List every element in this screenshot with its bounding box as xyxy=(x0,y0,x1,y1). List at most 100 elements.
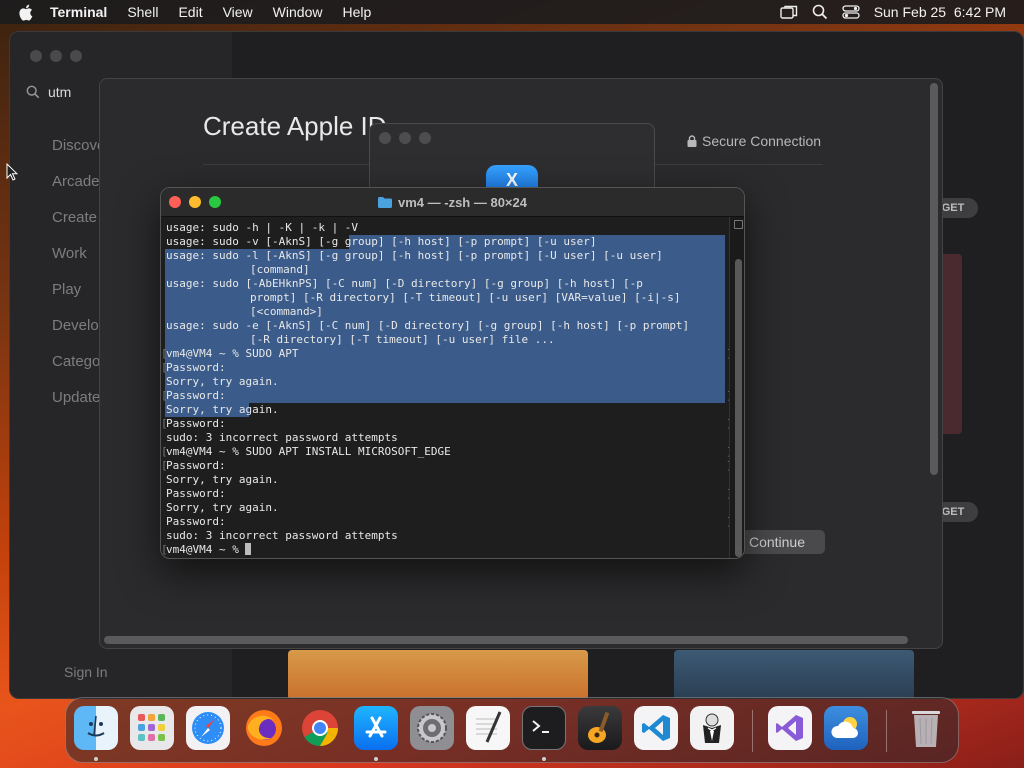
terminal-line: Password: xyxy=(166,417,226,430)
text-cursor xyxy=(245,543,252,555)
terminal-line: usage: sudo -h | -K | -k | -V xyxy=(166,221,359,234)
continue-button[interactable]: Continue xyxy=(736,530,825,554)
prompt-mark: [ xyxy=(161,361,168,374)
terminal-line: vm4@VM4 ~ % SUDO APT INSTALL MICROSOFT_E… xyxy=(166,445,451,458)
terminal-line: vm4@VM4 ~ % SUDO APT xyxy=(166,347,299,360)
prompt-mark: [ xyxy=(161,389,168,402)
terminal-line: sudo: 3 incorrect password attempts xyxy=(166,529,398,542)
bartender-icon[interactable] xyxy=(690,706,734,750)
terminal-line: [-R directory] [-T timeout] [-u user] fi… xyxy=(250,333,555,346)
dock xyxy=(65,697,959,763)
running-indicator xyxy=(374,757,378,761)
app-store-icon[interactable] xyxy=(354,706,398,750)
terminal-prompt: vm4@VM4 ~ % xyxy=(166,543,246,556)
scrollbar-button[interactable] xyxy=(734,220,743,229)
vscode-icon[interactable] xyxy=(634,706,678,750)
lock-icon xyxy=(687,135,697,147)
control-center-icon[interactable] xyxy=(842,5,860,19)
search-input[interactable]: utm xyxy=(48,84,71,100)
scrollbar-thumb[interactable] xyxy=(735,259,742,557)
app-thumbnail[interactable] xyxy=(288,650,588,698)
terminal-line: Password: xyxy=(166,459,226,472)
chrome-icon[interactable] xyxy=(298,706,342,750)
trash-icon[interactable] xyxy=(904,706,948,750)
horizontal-scrollbar[interactable] xyxy=(104,636,908,644)
terminal-line: Sorry, try again. xyxy=(166,501,279,514)
secure-connection-text: Secure Connection xyxy=(702,133,822,149)
sign-in-link[interactable]: Sign In xyxy=(64,664,108,680)
menu-help[interactable]: Help xyxy=(342,0,371,24)
running-indicator xyxy=(94,757,98,761)
terminal-line: prompt] [-R directory] [-T timeout] [-u … xyxy=(250,291,681,304)
garageband-icon[interactable] xyxy=(578,706,622,750)
visual-studio-icon[interactable] xyxy=(768,706,812,750)
terminal-icon[interactable] xyxy=(522,706,566,750)
terminal-line: Password: xyxy=(166,487,226,500)
terminal-titlebar[interactable]: vm4 — -zsh — 80×24 xyxy=(161,188,744,217)
menu-app-name[interactable]: Terminal xyxy=(50,0,107,24)
terminal-line: Password: xyxy=(166,361,226,374)
terminal-line: Sorry, try again. xyxy=(166,375,279,388)
vertical-scrollbar[interactable] xyxy=(930,83,938,475)
installer-window: X xyxy=(369,123,655,199)
app-store-search[interactable]: utm xyxy=(26,84,71,100)
terminal-output[interactable]: [ [ [ [ [ [ [ ] ] ] ] ] ] ] usage: sudo … xyxy=(161,217,733,558)
menubar-datetime[interactable]: Sun Feb 25 6:42 PM xyxy=(874,4,1006,20)
folder-icon xyxy=(378,197,392,208)
sidebar-item-create[interactable]: Create xyxy=(52,209,97,226)
terminal-line: usage: sudo -l [-AknS] [-g group] [-h ho… xyxy=(166,249,663,262)
minimize-button[interactable] xyxy=(399,132,411,144)
menu-shell[interactable]: Shell xyxy=(127,0,158,24)
terminal-scrollbar[interactable] xyxy=(729,217,744,558)
terminal-line: usage: sudo -e [-AknS] [-C num] [-D dire… xyxy=(166,319,690,332)
sidebar-item-play[interactable]: Play xyxy=(52,281,81,298)
safari-icon[interactable] xyxy=(186,706,230,750)
close-button[interactable] xyxy=(30,50,42,62)
terminal-line: [<command>] xyxy=(250,305,323,318)
prompt-mark: [ xyxy=(161,543,168,556)
terminal-line: Sorry, try again. xyxy=(166,403,279,416)
apple-menu-icon[interactable] xyxy=(18,4,36,21)
firefox-icon[interactable] xyxy=(242,706,286,750)
terminal-prompt-line: vm4@VM4 ~ % xyxy=(166,543,252,557)
terminal-line: usage: sudo [-AbEHknPS] [-C num] [-D dir… xyxy=(166,277,643,290)
menu-edit[interactable]: Edit xyxy=(178,0,202,24)
sheet-title: Create Apple ID xyxy=(203,111,387,141)
secure-connection-label: Secure Connection xyxy=(687,133,821,149)
terminal-line: Password: xyxy=(166,515,226,528)
close-button[interactable] xyxy=(379,132,391,144)
dock-separator xyxy=(886,710,887,752)
prompt-mark: [ xyxy=(161,417,168,430)
running-indicator xyxy=(542,757,546,761)
menu-view[interactable]: View xyxy=(223,0,253,24)
terminal-line: usage: sudo -v [-AknS] [-g group] [-h ho… xyxy=(166,235,597,248)
app-thumbnail[interactable] xyxy=(940,254,962,434)
sidebar-item-work[interactable]: Work xyxy=(52,245,87,262)
zoom-button[interactable] xyxy=(419,132,431,144)
weather-icon[interactable] xyxy=(824,706,868,750)
search-icon xyxy=(26,85,40,99)
prompt-mark: [ xyxy=(161,445,168,458)
terminal-line: [command] xyxy=(250,263,310,276)
prompt-mark: [ xyxy=(161,347,168,360)
textedit-icon[interactable] xyxy=(466,706,510,750)
terminal-title: vm4 — -zsh — 80×24 xyxy=(398,195,527,210)
screen-mirroring-icon[interactable] xyxy=(779,5,798,19)
terminal-line: Sorry, try again. xyxy=(166,473,279,486)
minimize-button[interactable] xyxy=(50,50,62,62)
sidebar-item-arcade[interactable]: Arcade xyxy=(52,173,100,190)
search-icon[interactable] xyxy=(812,4,828,20)
prompt-mark: [ xyxy=(161,459,168,472)
terminal-line: sudo: 3 incorrect password attempts xyxy=(166,431,398,444)
menu-window[interactable]: Window xyxy=(273,0,323,24)
zoom-button[interactable] xyxy=(70,50,82,62)
menu-bar: Terminal Shell Edit View Window Help Sun… xyxy=(0,0,1024,24)
terminal-window: vm4 — -zsh — 80×24 [ [ [ [ [ [ [ ] ] ] ]… xyxy=(160,187,745,559)
system-settings-icon[interactable] xyxy=(410,706,454,750)
launchpad-icon[interactable] xyxy=(130,706,174,750)
mouse-pointer-icon xyxy=(6,162,19,186)
finder-icon[interactable] xyxy=(74,706,118,750)
app-thumbnail[interactable] xyxy=(674,650,914,698)
terminal-line: Password: xyxy=(166,389,226,402)
dock-separator xyxy=(752,710,753,752)
